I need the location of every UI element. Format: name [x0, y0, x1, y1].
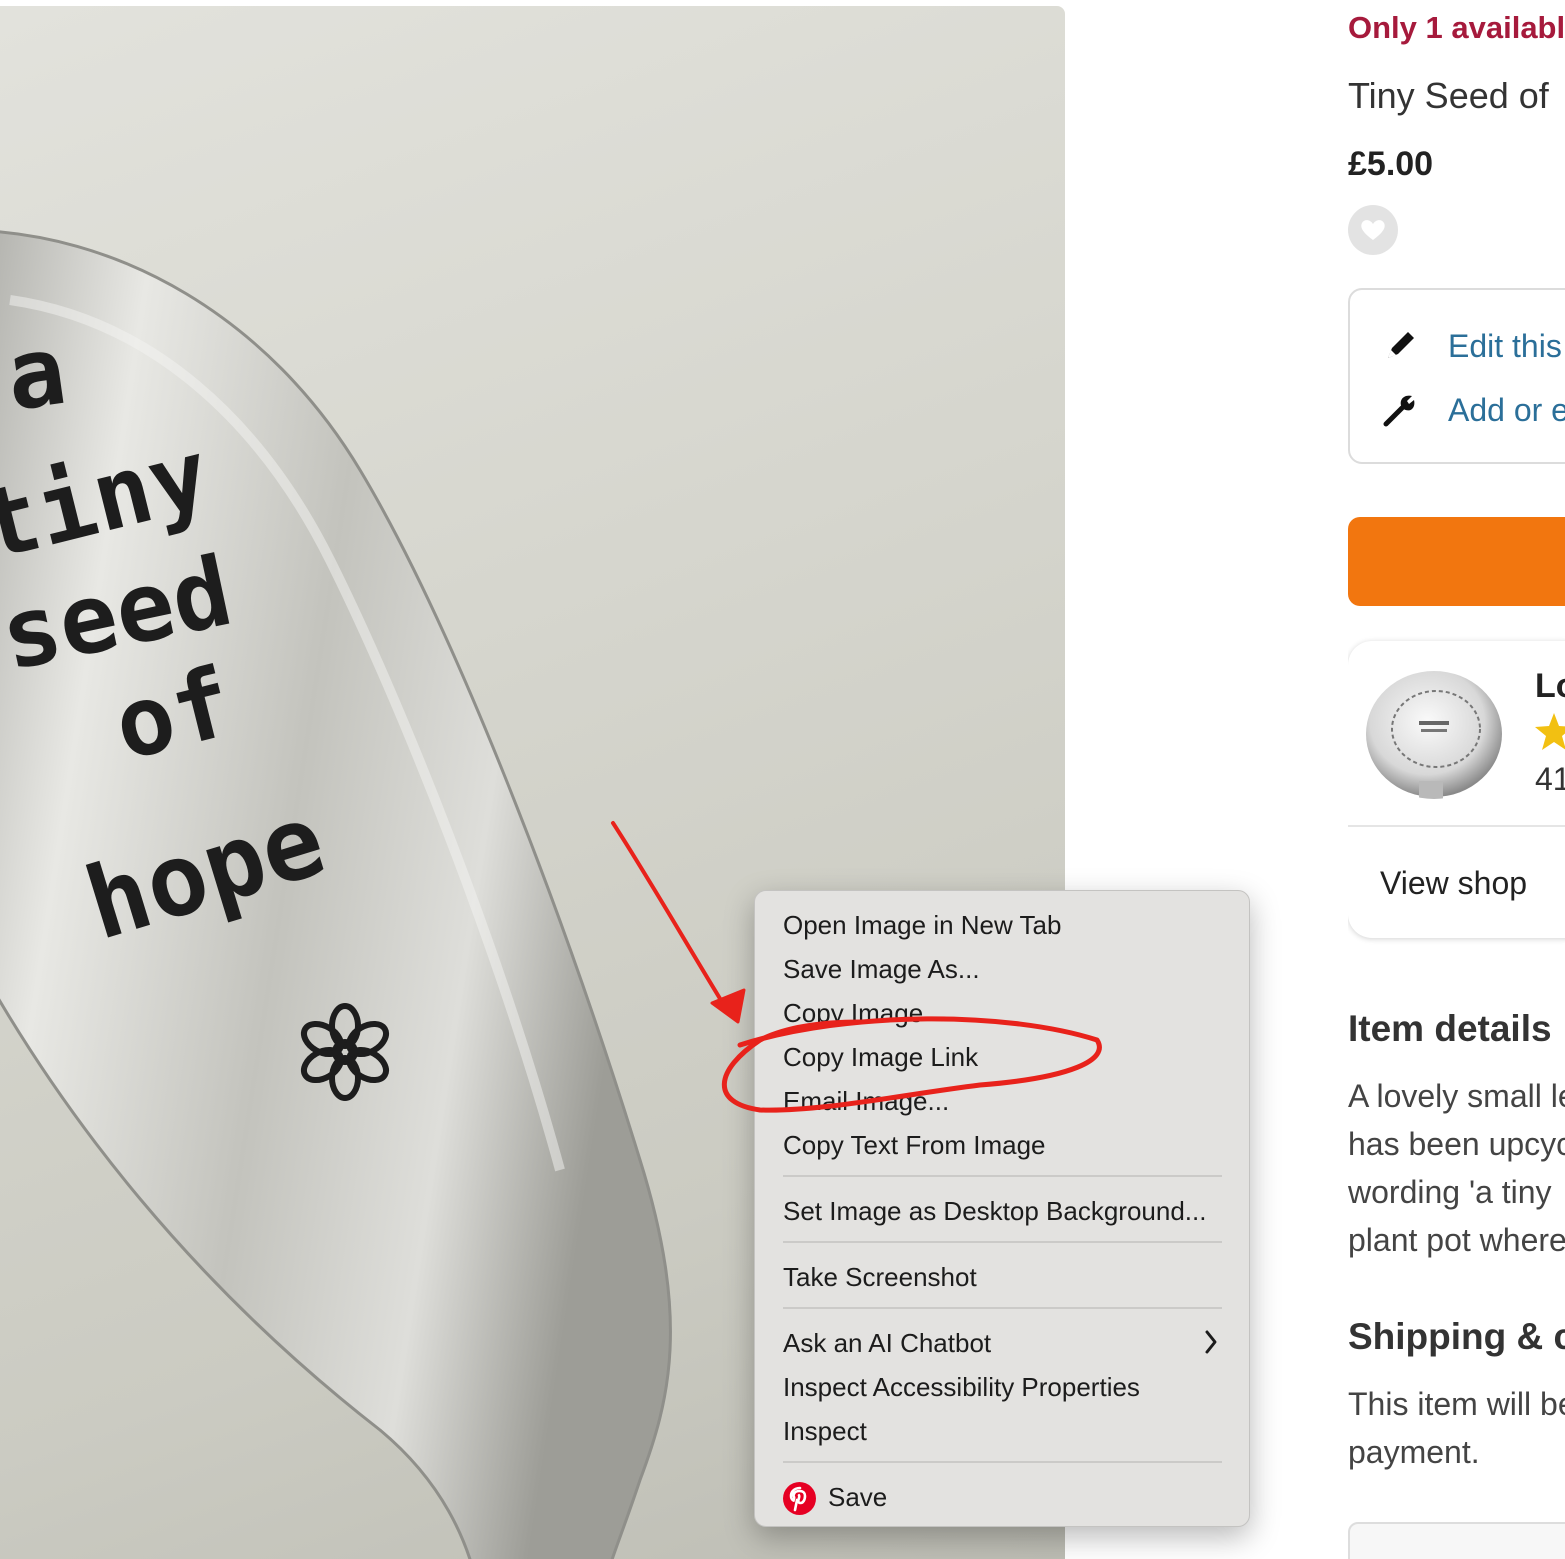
listing-panel: Only 1 available Tiny Seed of £5.00 Edit…	[1348, 0, 1565, 1559]
menu-take-screenshot[interactable]: Take Screenshot	[783, 1262, 977, 1292]
shop-review-count: 41	[1535, 761, 1565, 797]
add-option-link[interactable]: Add or e	[1380, 390, 1565, 430]
menu-separator	[783, 1461, 1222, 1463]
star-icon	[1535, 713, 1565, 750]
menu-inspect[interactable]: Inspect	[783, 1416, 867, 1446]
wrench-icon	[1380, 390, 1420, 430]
heart-icon	[1361, 220, 1385, 240]
shop-avatar[interactable]	[1364, 669, 1504, 799]
listing-title: Tiny Seed of	[1348, 75, 1549, 116]
item-details-heading[interactable]: Item details	[1348, 1008, 1552, 1050]
shipping-line: This item will be	[1348, 1386, 1565, 1422]
menu-separator	[783, 1175, 1222, 1177]
view-shop-link[interactable]: View shop	[1380, 865, 1527, 902]
edit-listing-label: Edit this	[1448, 327, 1562, 364]
shop-name[interactable]: Lo	[1535, 667, 1565, 706]
menu-save-image-as[interactable]: Save Image As...	[783, 954, 980, 984]
seller-tools-box: Edit this Add or e	[1348, 288, 1565, 464]
menu-open-image-new-tab[interactable]: Open Image in New Tab	[783, 910, 1061, 940]
shipping-heading[interactable]: Shipping & c	[1348, 1316, 1565, 1358]
menu-separator	[783, 1241, 1222, 1243]
item-details-line: has been upcyc	[1348, 1126, 1565, 1162]
listing-price: £5.00	[1348, 145, 1434, 183]
menu-email-image[interactable]: Email Image...	[783, 1086, 949, 1116]
add-option-label: Add or e	[1448, 391, 1565, 428]
item-details-line: A lovely small le	[1348, 1078, 1565, 1114]
menu-ask-ai-chatbot[interactable]: Ask an AI Chatbot	[783, 1328, 991, 1358]
item-details-line: wording 'a tiny	[1348, 1174, 1552, 1210]
menu-pinterest-save[interactable]: Save	[828, 1482, 887, 1512]
shop-card-divider	[1348, 825, 1565, 827]
menu-copy-image[interactable]: Copy Image	[783, 998, 923, 1028]
chevron-right-icon	[1205, 1330, 1217, 1354]
menu-copy-text-from-image[interactable]: Copy Text From Image	[783, 1130, 1046, 1160]
stock-notice: Only 1 available	[1348, 10, 1565, 45]
item-details-line: plant pot where	[1348, 1222, 1565, 1258]
menu-inspect-accessibility[interactable]: Inspect Accessibility Properties	[783, 1372, 1140, 1402]
shipping-line: payment.	[1348, 1434, 1480, 1470]
menu-copy-image-link[interactable]: Copy Image Link	[783, 1042, 978, 1072]
menu-set-desktop-background[interactable]: Set Image as Desktop Background...	[783, 1196, 1206, 1226]
pencil-icon	[1380, 326, 1420, 366]
pinterest-icon	[783, 1482, 816, 1515]
shop-card: Lo 41 View shop	[1348, 641, 1565, 938]
add-to-basket-button[interactable]	[1348, 517, 1565, 606]
context-menu: Open Image in New Tab Save Image As... C…	[754, 890, 1250, 1527]
shipping-options-box[interactable]	[1348, 1522, 1565, 1559]
favorite-button[interactable]	[1348, 205, 1398, 255]
edit-listing-link[interactable]: Edit this	[1380, 326, 1562, 366]
menu-separator	[783, 1307, 1222, 1309]
